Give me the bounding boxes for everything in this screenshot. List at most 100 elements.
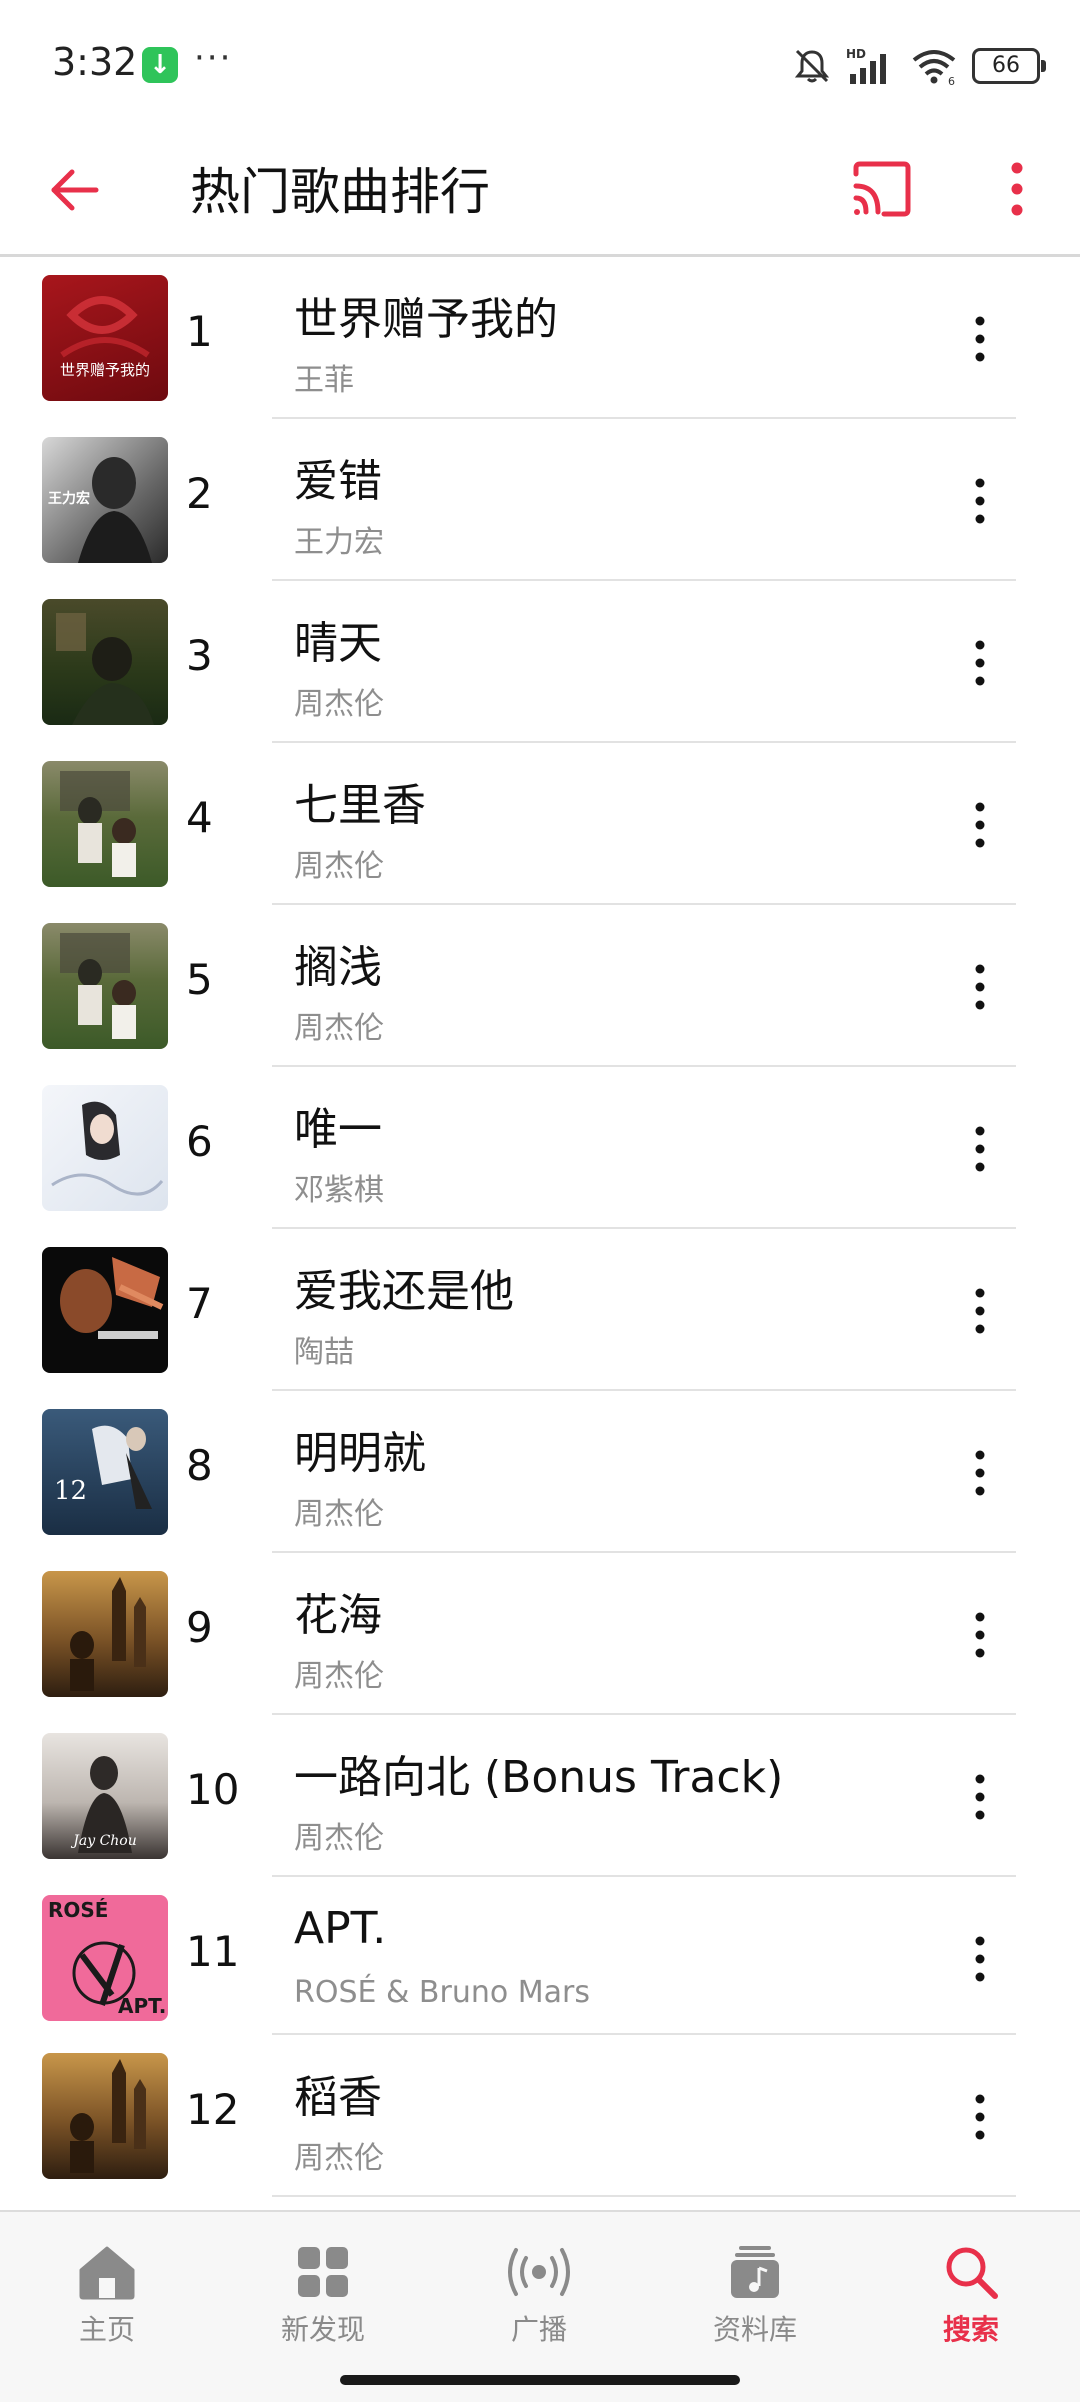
svg-text:6: 6 [948,75,955,86]
status-bar: 3:32 ↓ ··· HD 6 66 [0,0,1080,130]
mute-icon [794,49,830,83]
album-cover: 世界赠予我的 [42,275,168,401]
svg-text:ROSÉ: ROSÉ [48,1898,108,1922]
rank-number: 7 [186,1279,213,1328]
rank-number: 3 [186,631,213,680]
tab-label: 搜索 [942,2313,999,2346]
tab-discover[interactable]: 新发现 [233,2232,413,2362]
tab-search[interactable]: 搜索 [881,2232,1061,2362]
more-notifications-icon: ··· [194,38,233,78]
home-indicator[interactable] [340,2375,740,2385]
rank-number: 11 [186,1927,240,1976]
song-title: 晴天 [294,618,382,669]
svg-text:APT.: APT. [118,1994,166,2018]
song-row[interactable]: Jay Chou 10 一路向北 (Bonus Track) 周杰伦 [0,1715,1080,1877]
tab-radio[interactable]: 广播 [449,2232,629,2362]
rank-number: 12 [186,2085,240,2134]
back-arrow-icon[interactable] [44,158,108,222]
song-title: 明明就 [294,1428,426,1479]
tab-label: 资料库 [712,2313,797,2346]
album-cover [42,1571,168,1697]
song-artist: 周杰伦 [294,1821,384,1856]
battery-icon: 66 [972,48,1046,84]
more-options-icon[interactable] [960,631,1000,695]
rank-number: 9 [186,1603,213,1652]
song-title: 搁浅 [294,942,382,993]
song-artist: 王菲 [294,363,354,398]
svg-text:Jay Chou: Jay Chou [70,1833,137,1849]
svg-text:HD: HD [846,47,866,61]
more-options-icon[interactable] [960,1927,1000,1991]
song-row[interactable]: 12 稻香 周杰伦 [0,2035,1080,2197]
song-row[interactable]: 王力宏 2 爱错 王力宏 [0,419,1080,581]
more-options-icon[interactable] [960,955,1000,1019]
song-row[interactable]: 5 搁浅 周杰伦 [0,905,1080,1067]
song-artist: 王力宏 [294,525,384,560]
song-title: APT. [294,1903,387,1954]
song-artist: 周杰伦 [294,2141,384,2176]
tab-bar: 主页 新发现 广播 资料库 搜索 [0,2210,1080,2402]
more-options-icon[interactable] [960,793,1000,857]
song-row[interactable]: ROSÉ APT. 11 APT. ROSÉ & Bruno Mars [0,1877,1080,2035]
song-artist: ROSÉ & Bruno Mars [294,1975,590,2010]
tab-label: 广播 [510,2313,567,2346]
tab-library[interactable]: 资料库 [665,2232,845,2362]
svg-text:王力宏: 王力宏 [48,490,90,507]
home-icon [79,2246,135,2300]
svg-text:12: 12 [54,1476,87,1506]
album-cover [42,2053,168,2179]
more-options-icon[interactable] [960,307,1000,371]
rank-number: 4 [186,793,213,842]
rank-number: 2 [186,469,213,518]
tab-label: 主页 [78,2313,135,2346]
album-cover: 12 [42,1409,168,1535]
tab-home[interactable]: 主页 [17,2232,197,2362]
song-row[interactable]: 4 七里香 周杰伦 [0,743,1080,905]
album-cover [42,1247,168,1373]
song-artist: 周杰伦 [294,849,384,884]
album-cover [42,761,168,887]
svg-text:世界赠予我的: 世界赠予我的 [60,361,150,379]
song-title: 唯一 [294,1104,382,1155]
song-title: 稻香 [294,2072,382,2123]
song-row[interactable]: 9 花海 周杰伦 [0,1553,1080,1715]
song-row[interactable]: 12 8 明明就 周杰伦 [0,1391,1080,1553]
more-options-icon[interactable] [960,1603,1000,1667]
song-artist: 周杰伦 [294,1659,384,1694]
song-artist: 陶喆 [294,1335,354,1370]
app-bar: 热门歌曲排行 [0,130,1080,257]
album-cover: 王力宏 [42,437,168,563]
more-options-icon[interactable] [990,154,1044,224]
search-icon [946,2247,998,2299]
tab-label: 新发现 [280,2313,365,2346]
song-row[interactable]: 3 晴天 周杰伦 [0,581,1080,743]
song-artist: 周杰伦 [294,1497,384,1532]
song-title: 爱错 [294,456,382,507]
more-options-icon[interactable] [960,469,1000,533]
more-options-icon[interactable] [960,2085,1000,2149]
song-title: 爱我还是他 [294,1266,514,1317]
more-options-icon[interactable] [960,1117,1000,1181]
song-artist: 邓紫棋 [294,1173,384,1208]
song-row[interactable]: 6 唯一 邓紫棋 [0,1067,1080,1229]
song-artist: 周杰伦 [294,687,384,722]
more-options-icon[interactable] [960,1279,1000,1343]
download-notification-icon: ↓ [142,47,178,83]
status-icons: HD 6 66 [792,44,1046,88]
cast-icon[interactable] [848,156,914,222]
song-title: 一路向北 (Bonus Track) [294,1752,784,1803]
album-cover: ROSÉ APT. [42,1895,168,2021]
song-artist: 周杰伦 [294,1011,384,1046]
rank-number: 1 [186,307,213,356]
song-title: 花海 [294,1590,382,1641]
more-options-icon[interactable] [960,1441,1000,1505]
more-options-icon[interactable] [960,1765,1000,1829]
song-row[interactable]: 7 爱我还是他 陶喆 [0,1229,1080,1391]
cell-signal-icon: HD [846,47,886,84]
wifi-icon: 6 [912,50,956,86]
rank-number: 6 [186,1117,213,1166]
row-divider [272,2195,1016,2197]
rank-number: 8 [186,1441,213,1490]
library-icon [731,2246,779,2298]
song-row[interactable]: 世界赠予我的 1 世界赠予我的 王菲 [0,257,1080,419]
